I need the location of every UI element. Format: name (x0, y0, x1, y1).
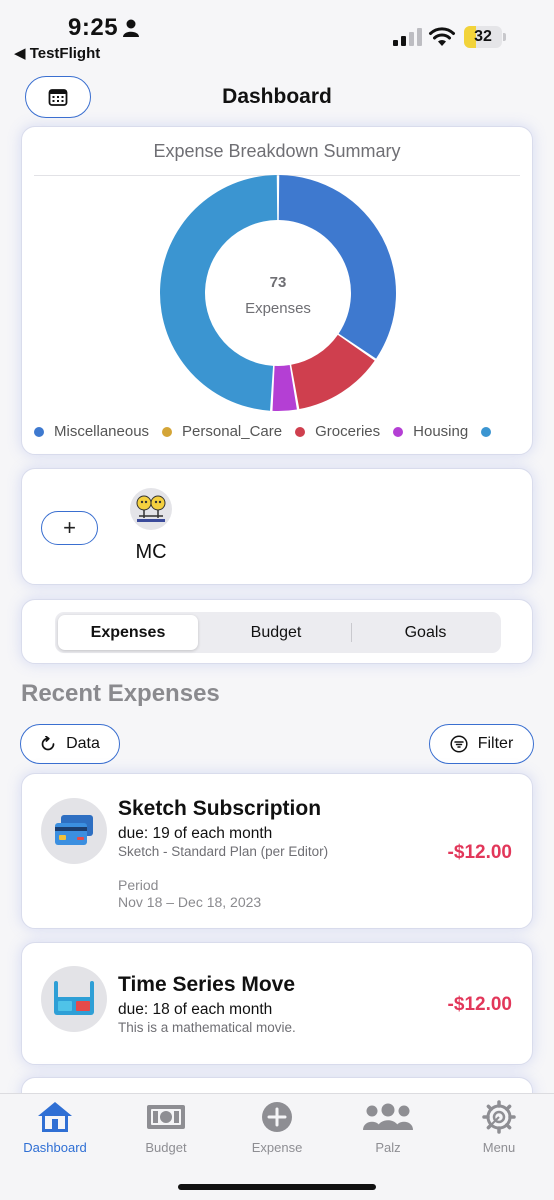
legend-dot (34, 426, 44, 437)
legend-item-utilities (481, 426, 501, 437)
tab-budget-nav[interactable]: Budget (111, 1100, 221, 1164)
tab-bar: Dashboard Budget Expense Palz Menu (0, 1093, 554, 1200)
banknote-icon (147, 1105, 185, 1129)
legend-label: Housing (413, 423, 469, 440)
filter-icon (450, 735, 468, 753)
add-member-button[interactable]: + (41, 511, 98, 545)
legend-label: Miscellaneous (54, 423, 150, 440)
tab-goals[interactable]: Goals (353, 615, 498, 650)
donut-center-label: Expenses (245, 300, 311, 317)
view-switcher-card: Expenses Budget Goals (21, 599, 533, 664)
expense-icon-container (41, 966, 107, 1032)
battery-indicator: 32 (464, 26, 506, 48)
donut-slice-miscellaneous[interactable] (278, 175, 396, 359)
battery-cap (503, 33, 506, 41)
status-bar: 9:25 ◀ TestFlight 32 (0, 0, 554, 70)
legend-label: Personal_Care (182, 423, 283, 440)
3d-glasses-icon (54, 981, 94, 1015)
chart-legend: Miscellaneous Personal_Care Groceries Housi… (34, 423, 522, 445)
status-time: 9:25 (68, 14, 119, 41)
expense-amount: -$12.00 (447, 842, 512, 863)
tab-menu[interactable]: Menu (444, 1100, 554, 1164)
tab-label: Menu (482, 1140, 516, 1155)
data-button-label: Data (66, 735, 100, 752)
recent-expenses-heading: Recent Expenses (21, 680, 220, 707)
back-to-app-link[interactable]: ◀ TestFlight (14, 44, 100, 62)
expense-note: Sketch - Standard Plan (per Editor) (118, 844, 329, 859)
expense-item[interactable]: Time Series Move due: 18 of each month T… (21, 942, 533, 1065)
home-icon (38, 1102, 72, 1132)
plus-circle-icon (262, 1102, 292, 1132)
tab-label: Palz (375, 1140, 401, 1155)
legend-dot (295, 426, 306, 437)
expense-title: Sketch Subscription (118, 797, 322, 820)
members-card: + MC (21, 468, 533, 585)
tab-expense-nav[interactable]: Expense (222, 1100, 332, 1164)
expense-due: due: 19 of each month (118, 825, 273, 842)
tab-dashboard[interactable]: Dashboard (0, 1100, 110, 1164)
legend-dot (481, 426, 492, 437)
expense-item[interactable]: Sketch Subscription due: 19 of each mont… (21, 773, 533, 929)
tab-label: Dashboard (23, 1140, 87, 1155)
page-title: Dashboard (222, 85, 332, 108)
member-avatar[interactable] (130, 488, 172, 530)
expense-amount: -$12.00 (447, 994, 512, 1015)
expense-breakdown-card: Expense Breakdown Summary 73 Expenses Mis… (21, 126, 533, 455)
tab-label: Expense (251, 1140, 303, 1155)
data-refresh-button[interactable]: Data (20, 724, 120, 764)
expense-period-label: Period (118, 877, 159, 893)
expense-title: Time Series Move (118, 973, 296, 996)
expense-note: This is a mathematical movie. (118, 1020, 296, 1035)
segmented-control: Expenses Budget Goals (55, 612, 501, 653)
expense-period: Nov 18 – Dec 18, 2023 (118, 894, 262, 910)
legend-dot (162, 426, 173, 437)
member-initials: MC (135, 541, 167, 563)
credit-card-icon (55, 815, 93, 845)
donut-slice-utilities[interactable] (160, 175, 278, 411)
people-icon (363, 1103, 413, 1130)
legend-item-housing: Housing (393, 423, 468, 440)
expense-icon-container (41, 798, 107, 864)
tab-palz[interactable]: Palz (333, 1100, 443, 1164)
person-icon (123, 19, 139, 37)
legend-item-miscellaneous: Miscellaneous (34, 423, 149, 440)
refresh-icon (41, 736, 55, 751)
tab-budget[interactable]: Budget (203, 615, 349, 650)
expense-due: due: 18 of each month (118, 1001, 273, 1018)
battery-level: 32 (474, 28, 492, 45)
battery-body: 32 (464, 26, 502, 48)
home-indicator (178, 1184, 376, 1190)
segment-separator (351, 623, 352, 642)
filter-button-label: Filter (477, 735, 514, 752)
legend-item-groceries: Groceries (295, 423, 380, 440)
legend-dot (393, 426, 404, 437)
donut-center-value: 73 (270, 274, 287, 291)
cellular-signal-icon (393, 28, 422, 46)
legend-item-personal-care: Personal_Care (162, 423, 282, 440)
emoji-avatar-icon (136, 495, 166, 522)
tab-expenses[interactable]: Expenses (58, 615, 198, 650)
gear-icon (482, 1100, 516, 1134)
wifi-icon (429, 27, 455, 46)
tab-label: Budget (145, 1140, 187, 1155)
filter-button[interactable]: Filter (429, 724, 534, 764)
legend-label: Groceries (315, 423, 381, 440)
donut-chart[interactable]: 73 Expenses (22, 127, 534, 417)
